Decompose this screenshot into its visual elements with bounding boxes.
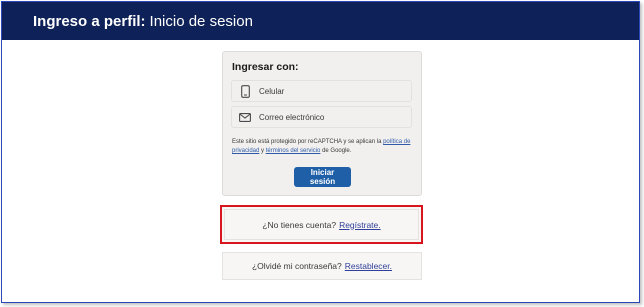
login-option-email[interactable]: Correo electrónico xyxy=(231,106,412,128)
page-title: Inicio de sesion xyxy=(149,12,253,30)
login-option-phone[interactable]: Celular xyxy=(231,80,412,102)
forgot-password-panel: ¿Olvidé mi contraseña? Restablecer. xyxy=(222,252,422,280)
legal-text: Este sitio está protegido por reCAPTCHA … xyxy=(232,139,382,145)
register-panel: ¿No tienes cuenta? Regístrate. xyxy=(224,209,419,240)
legal-text-end: de Google. xyxy=(322,148,352,154)
phone-icon xyxy=(238,84,252,98)
register-highlight: ¿No tienes cuenta? Regístrate. xyxy=(220,205,423,244)
register-link[interactable]: Regístrate. xyxy=(339,220,381,230)
login-card: Ingresar con: Celular Correo electrónico… xyxy=(222,51,422,196)
login-button[interactable]: Iniciar sesión xyxy=(294,167,351,187)
page-title-bold: Ingreso a perfil: xyxy=(33,12,146,30)
login-title: Ingresar con: xyxy=(232,61,299,73)
login-option-label: Correo electrónico xyxy=(259,112,325,122)
terms-of-service-link[interactable]: términos del servicio xyxy=(266,148,321,154)
mail-icon xyxy=(238,110,252,124)
legal-and: y xyxy=(261,148,265,154)
reset-password-link[interactable]: Restablecer. xyxy=(345,261,392,271)
page-header: Ingreso a perfil: Inicio de sesion xyxy=(2,2,639,40)
register-question: ¿No tienes cuenta? xyxy=(262,219,337,230)
recaptcha-notice: Este sitio está protegido por reCAPTCHA … xyxy=(232,138,415,156)
forgot-question: ¿Olvidé mi contraseña? xyxy=(251,261,342,271)
login-option-label: Celular xyxy=(259,86,285,96)
